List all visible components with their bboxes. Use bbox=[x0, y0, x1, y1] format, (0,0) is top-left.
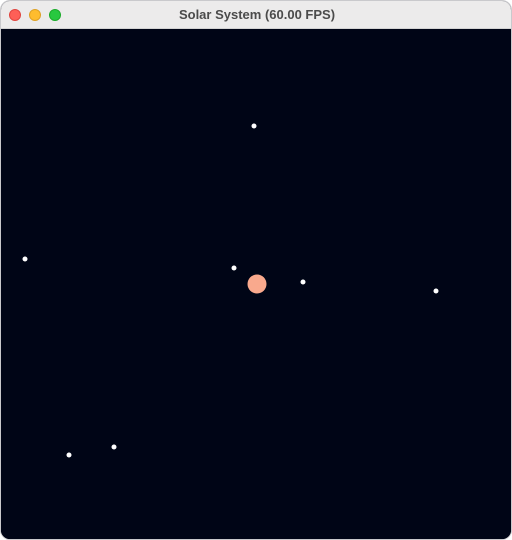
planet bbox=[231, 265, 237, 271]
planet bbox=[22, 256, 28, 262]
window-title: Solar System (60.00 FPS) bbox=[178, 7, 336, 22]
planet bbox=[300, 279, 306, 285]
scene-svg bbox=[1, 29, 511, 539]
title-bar[interactable]: Solar System (60.00 FPS) bbox=[1, 1, 511, 29]
render-canvas[interactable] bbox=[1, 29, 511, 539]
planet bbox=[433, 288, 439, 294]
sun bbox=[247, 274, 267, 294]
app-window: Solar System (60.00 FPS) bbox=[0, 0, 512, 540]
planet bbox=[111, 444, 117, 450]
planet bbox=[251, 123, 257, 129]
planet bbox=[66, 452, 72, 458]
